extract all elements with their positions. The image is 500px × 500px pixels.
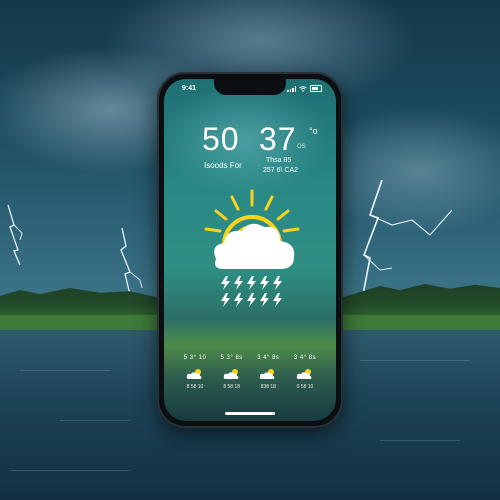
lightning-bolt-right [361, 180, 453, 300]
degree-symbol: °o [309, 126, 318, 136]
lightning-bolt-left [7, 205, 23, 265]
condition-label: Thsa 85 [266, 157, 292, 164]
cloud-sun-icon [186, 369, 202, 379]
current-temperature-left: 50 [202, 121, 240, 157]
forecast-detail: 8 58 18 [223, 384, 240, 390]
detail-label: 257 6\ CA2 [263, 167, 299, 174]
lightning-bolt-icon-row-1 [221, 276, 282, 290]
forecast-detail: 8 58 10 [186, 384, 204, 390]
forecast-temp: 3 4° 8s [293, 355, 317, 361]
status-icons [287, 85, 322, 92]
phone-notch [214, 79, 286, 95]
forecast-temp: 5 3° 10 [183, 355, 207, 361]
forecast-detail: 0 58 10 [296, 384, 314, 390]
cloud-sun-icon [296, 369, 312, 379]
status-time: 9:41 [182, 85, 197, 92]
forecast-day[interactable]: 3 4° 8s 0 58 10 [288, 355, 322, 390]
forecast-day[interactable]: 5 3° 10 8 58 10 [178, 355, 212, 390]
cloud-sun-icon [260, 369, 275, 379]
wifi-icon [299, 85, 307, 92]
small-unit-label: OS [297, 144, 306, 150]
cellular-signal-icon [287, 85, 296, 92]
forecast-day[interactable]: 3 4° 8s 838 18 [251, 355, 285, 390]
phone-screen: 9:41 50 37 °o OS Isoods For Thsa 85 257 … [164, 79, 336, 421]
forecast-temp: 5 3° 8s [220, 355, 243, 361]
home-indicator[interactable] [225, 412, 275, 415]
smartphone: 9:41 50 37 °o OS Isoods For Thsa 85 257 … [157, 72, 343, 428]
forecast-detail: 838 18 [260, 384, 276, 390]
battery-icon [310, 85, 322, 92]
cloud-sun-icon [223, 369, 238, 379]
current-temperature-right: 37 [259, 121, 297, 157]
lightning-bolt-icon-row-2 [221, 293, 282, 307]
forecast-row: 5 3° 10 8 58 10 5 3° 8s 8 58 18 3 4° 8s [178, 355, 322, 390]
forecast-temp: 3 4° 8s [257, 355, 280, 361]
location-label: Isoods For [204, 161, 242, 170]
forecast-day[interactable]: 5 3° 8s 8 58 18 [215, 355, 249, 390]
